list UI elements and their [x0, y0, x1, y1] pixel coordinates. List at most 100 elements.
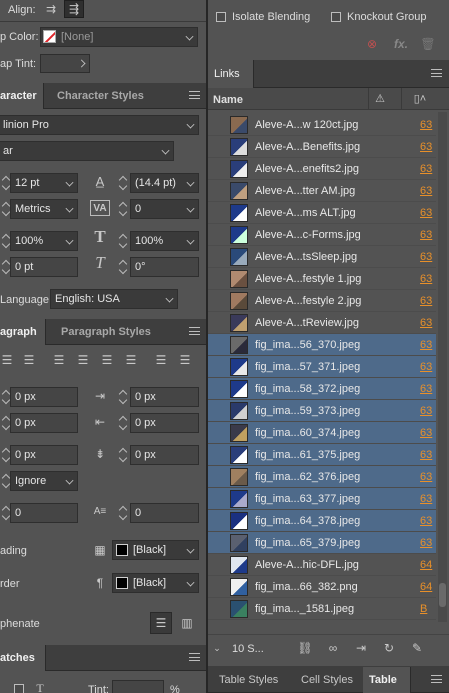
- justify-center-icon[interactable]: ☰: [76, 352, 90, 368]
- link-page-number[interactable]: 63: [420, 162, 432, 176]
- links-name-column[interactable]: Name: [213, 93, 243, 107]
- link-row[interactable]: fig_ima...64_378.jpeg 63: [208, 510, 436, 532]
- link-page-number[interactable]: 64: [420, 558, 432, 572]
- link-row[interactable]: Aleve-A...c-Forms.jpg 63: [208, 224, 436, 246]
- link-row[interactable]: Aleve-A...festyle 1.jpg 63: [208, 268, 436, 290]
- dropcap-chars-stepper[interactable]: [117, 503, 129, 523]
- link-row[interactable]: fig_ima...59_373.jpeg 63: [208, 400, 436, 422]
- expand-info-icon[interactable]: ⌄: [212, 640, 222, 656]
- tab-table[interactable]: Table: [363, 667, 411, 693]
- horizontal-scale-stepper[interactable]: [117, 231, 129, 251]
- link-page-number[interactable]: 63: [420, 514, 432, 528]
- skew-stepper[interactable]: [117, 257, 129, 277]
- links-menu-icon[interactable]: [431, 69, 442, 77]
- link-row[interactable]: fig_ima...58_372.jpeg 63: [208, 378, 436, 400]
- character-menu-icon[interactable]: [189, 91, 200, 99]
- link-page-number[interactable]: 63: [420, 404, 432, 418]
- align-spine-icon[interactable]: ☰: [154, 352, 168, 368]
- link-page-number[interactable]: 64: [420, 580, 432, 594]
- links-scrollbar-track[interactable]: [438, 112, 447, 622]
- leading-stepper[interactable]: [117, 173, 129, 193]
- gap-color-dropdown[interactable]: [None]: [40, 27, 198, 47]
- link-row[interactable]: fig_ima...56_370.jpeg 63: [208, 334, 436, 356]
- space-after-field[interactable]: 0 px: [130, 445, 199, 465]
- link-row[interactable]: Aleve-A...w 120ct.jpg 63: [208, 114, 436, 136]
- link-page-number[interactable]: 63: [420, 250, 432, 264]
- link-row[interactable]: Aleve-A...tReview.jpg 63: [208, 312, 436, 334]
- isolate-blending-checkbox[interactable]: [216, 12, 226, 22]
- tab-character-styles[interactable]: Character Styles: [57, 83, 144, 109]
- warning-column-icon[interactable]: ⚠: [372, 91, 388, 107]
- skew-field[interactable]: 0°: [130, 257, 199, 277]
- link-row[interactable]: fig_ima...63_377.jpeg 63: [208, 488, 436, 510]
- link-row[interactable]: fig_ima...61_375.jpeg 63: [208, 444, 436, 466]
- swatches-menu-icon[interactable]: [189, 653, 200, 661]
- link-page-number[interactable]: 63: [420, 294, 432, 308]
- dropcap-chars-field[interactable]: 0: [130, 503, 199, 523]
- align-center-icon[interactable]: ☰: [22, 352, 36, 368]
- knockout-group-checkbox[interactable]: [331, 12, 341, 22]
- justify-right-icon[interactable]: ☰: [100, 352, 114, 368]
- space-before-field[interactable]: 0 px: [10, 445, 78, 465]
- trash-icon[interactable]: 🗑: [420, 36, 436, 52]
- link-page-number[interactable]: 63: [420, 536, 432, 550]
- font-size-field[interactable]: 12 pt: [10, 173, 78, 193]
- table-menu-icon[interactable]: [431, 675, 442, 683]
- link-page-number[interactable]: 63: [420, 118, 432, 132]
- grid-align-dropdown[interactable]: Ignore: [10, 471, 78, 491]
- go-to-link-icon[interactable]: ⇥: [352, 640, 370, 656]
- dropcap-lines-field[interactable]: 0: [10, 503, 78, 523]
- link-row[interactable]: fig_ima...65_379.jpeg 63: [208, 532, 436, 554]
- space-after-stepper[interactable]: [117, 445, 129, 465]
- link-row[interactable]: fig_ima..._1581.jpeg B: [208, 598, 436, 620]
- update-link-icon[interactable]: ↻: [380, 640, 398, 656]
- link-page-number[interactable]: 63: [420, 184, 432, 198]
- align-away-spine-icon[interactable]: ☰: [178, 352, 192, 368]
- link-row[interactable]: fig_ima...57_371.jpeg 63: [208, 356, 436, 378]
- last-line-indent-field[interactable]: 0 px: [130, 413, 199, 433]
- link-row[interactable]: Aleve-A...festyle 2.jpg 63: [208, 290, 436, 312]
- clear-effects-icon[interactable]: ⊗: [364, 36, 380, 52]
- align-to-key-object-icon[interactable]: ⇶: [64, 0, 84, 18]
- text-format-icon[interactable]: T: [34, 680, 46, 693]
- leading-field[interactable]: (14.4 pt): [130, 173, 199, 193]
- link-row[interactable]: Aleve-A...tter AM.jpg 63: [208, 180, 436, 202]
- link-page-number[interactable]: 63: [420, 228, 432, 242]
- link-page-number[interactable]: B: [420, 602, 427, 616]
- relink-icon[interactable]: ∞: [324, 640, 342, 656]
- link-row[interactable]: fig_ima...62_376.jpeg 63: [208, 466, 436, 488]
- tracking-stepper[interactable]: [117, 199, 129, 219]
- link-row[interactable]: Aleve-A...hic-DFL.jpg 64: [208, 554, 436, 576]
- link-page-number[interactable]: 63: [420, 448, 432, 462]
- link-row[interactable]: Aleve-A...enefits2.jpg 63: [208, 158, 436, 180]
- justify-left-icon[interactable]: ☰: [52, 352, 66, 368]
- fx-icon[interactable]: fx.: [392, 36, 410, 52]
- tab-paragraph-styles[interactable]: Paragraph Styles: [61, 319, 151, 345]
- last-indent-stepper[interactable]: [117, 413, 129, 433]
- font-family-dropdown[interactable]: linion Pro: [0, 115, 199, 135]
- link-row[interactable]: Aleve-A...Benefits.jpg 63: [208, 136, 436, 158]
- link-row[interactable]: fig_ima...66_382.png 64: [208, 576, 436, 598]
- baseline-shift-field[interactable]: 0 pt: [10, 257, 78, 277]
- kerning-dropdown[interactable]: Metrics: [10, 199, 78, 219]
- first-line-indent-field[interactable]: 0 px: [10, 413, 78, 433]
- split-columns-icon[interactable]: ▥: [178, 613, 196, 633]
- tab-cell-styles[interactable]: Cell Styles: [301, 667, 353, 693]
- border-icon[interactable]: ¶: [92, 575, 108, 591]
- edit-original-icon[interactable]: ✎: [408, 640, 426, 656]
- tab-table-styles[interactable]: Table Styles: [219, 667, 278, 693]
- link-row[interactable]: Aleve-A...tsSleep.jpg 63: [208, 246, 436, 268]
- tracking-field[interactable]: 0: [130, 199, 199, 219]
- link-page-number[interactable]: 63: [420, 272, 432, 286]
- shading-icon[interactable]: ▦: [92, 542, 108, 558]
- horizontal-scale-field[interactable]: 100%: [130, 231, 199, 251]
- align-left-icon[interactable]: ☰: [0, 352, 14, 368]
- link-page-number[interactable]: 63: [420, 492, 432, 506]
- link-row[interactable]: fig_ima...60_374.jpeg 63: [208, 422, 436, 444]
- tab-paragraph[interactable]: agraph: [0, 319, 46, 345]
- left-indent-field[interactable]: 0 px: [10, 387, 78, 407]
- relink-cc-icon[interactable]: ⛓: [296, 640, 314, 656]
- link-page-number[interactable]: 63: [420, 470, 432, 484]
- link-page-number[interactable]: 63: [420, 382, 432, 396]
- link-row[interactable]: Aleve-A...ms ALT.jpg 63: [208, 202, 436, 224]
